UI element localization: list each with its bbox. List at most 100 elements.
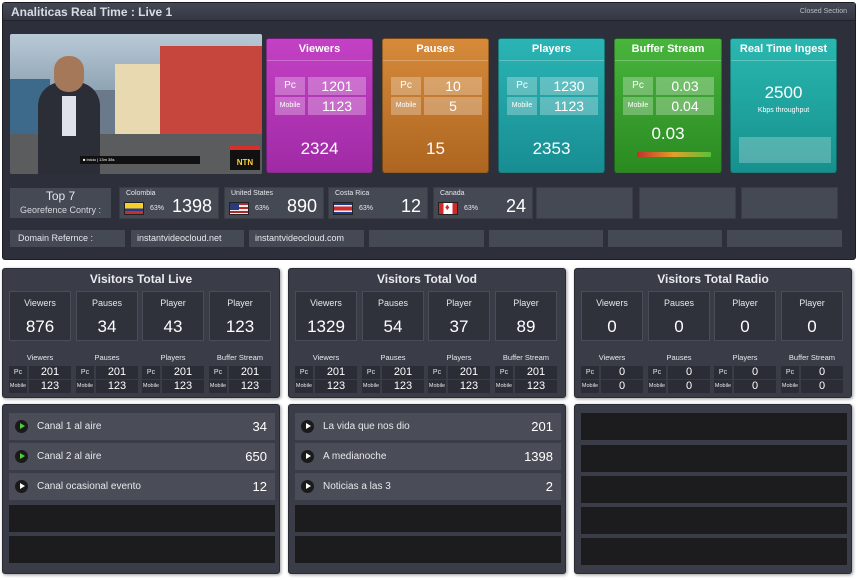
video-presenter-head — [54, 56, 84, 92]
pauses-mobile-row: Mobile 5 — [391, 97, 482, 115]
visitor-stat-box: Player 89 — [495, 291, 557, 341]
visitor-sub-mobile-value: 123 — [96, 380, 138, 393]
visitor-sub-label: Pauses — [666, 353, 692, 362]
visitor-stat-label: Viewers — [24, 298, 56, 308]
mobile-label: Mobile — [507, 97, 537, 115]
visitor-stat-label: Player — [732, 298, 758, 308]
channel-row[interactable]: La vida que nos dio 201 — [295, 413, 561, 440]
pauses-mobile-value: 5 — [424, 97, 482, 115]
mobile-label: Mobile — [275, 97, 305, 115]
title-bar: Analiticas Real Time : Live 1 Closed Sec… — [3, 3, 855, 21]
pauses-pc-value: 10 — [424, 77, 482, 95]
country-united-states[interactable]: United States 63% 890 — [224, 187, 324, 219]
channel-slot-empty — [295, 536, 561, 563]
channel-row[interactable]: A medianoche 1398 — [295, 443, 561, 470]
georeference-label: Top 7 Georefence Contry : — [10, 188, 111, 218]
channel-row[interactable]: Canal 2 al aire 650 — [9, 443, 275, 470]
visitors-panel-title: Visitors Total Vod — [376, 272, 477, 286]
visitor-stat-value: 0 — [674, 317, 684, 336]
pc-label: Pc — [428, 366, 446, 379]
country-percent: 63% — [359, 205, 374, 212]
channel-row[interactable]: Canal 1 al aire 34 — [9, 413, 275, 440]
visitor-sub-label: Pauses — [94, 353, 120, 362]
play-icon[interactable] — [301, 480, 314, 493]
channel-value: 34 — [252, 419, 267, 434]
country-canada[interactable]: Canada 63% 24 — [433, 187, 533, 219]
channel-name: La vida que nos dio — [323, 421, 410, 432]
visitor-stat-label: Player — [227, 298, 253, 308]
country-percent: 63% — [255, 205, 270, 212]
video-lower-third: ■ Inicio | 13m 38s — [80, 156, 200, 164]
visitor-stat-box: Player 0 — [781, 291, 843, 341]
pc-label: Pc — [142, 366, 160, 379]
mobile-label: Mobile — [714, 380, 732, 393]
visitor-stat-box: Pauses 0 — [648, 291, 710, 341]
visitor-sub-pc-value: 201 — [29, 366, 71, 379]
pc-label: Pc — [781, 366, 799, 379]
viewers-mobile-value: 1123 — [308, 97, 366, 115]
play-icon[interactable] — [301, 450, 314, 463]
visitor-sub-mobile-value: 0 — [668, 380, 710, 393]
domain-reference-label: Domain Refernce : — [10, 230, 125, 247]
visitor-stat-value: 0 — [807, 317, 817, 336]
visitor-sub-mobile-row: Mobile 123 — [76, 380, 138, 393]
visitor-sub-pc-value: 0 — [601, 366, 643, 379]
visitor-sub-label: Buffer Stream — [216, 353, 264, 362]
visitor-sub-mobile-value: 123 — [29, 380, 71, 393]
visitor-sub-mobile-row: Mobile 123 — [495, 380, 557, 393]
united-states-flag-icon — [229, 202, 249, 215]
live-video-preview[interactable]: ■ Inicio | 13m 38s NTN — [10, 34, 262, 174]
mobile-label: Mobile — [391, 97, 421, 115]
country-costa-rica[interactable]: Costa Rica 63% 12 — [328, 187, 428, 219]
visitor-sub-label: Players — [732, 353, 758, 362]
visitor-stat-value: 0 — [607, 317, 617, 336]
country-colombia[interactable]: Colombia 63% 1398 — [119, 187, 219, 219]
play-icon[interactable] — [15, 450, 28, 463]
play-icon[interactable] — [15, 420, 28, 433]
domain-item[interactable]: instantvideocloud.net — [131, 230, 244, 247]
visitor-sub-pc-value: 0 — [801, 366, 843, 379]
channel-row[interactable]: Canal ocasional evento 12 — [9, 473, 275, 500]
visitor-sub-pc-value: 0 — [734, 366, 776, 379]
viewers-pc-value: 1201 — [308, 77, 366, 95]
country-percent: 63% — [150, 205, 165, 212]
channel-slot-empty — [581, 538, 847, 565]
colombia-flag-icon — [124, 202, 144, 215]
channel-name: Canal 2 al aire — [37, 451, 102, 462]
pauses-total: 15 — [426, 139, 445, 158]
viewers-card: Viewers Pc 1201 Mobile 1123 2324 — [266, 38, 373, 173]
players-pc-value: 1230 — [540, 77, 598, 95]
country-slot-empty — [639, 187, 736, 219]
visitor-sub-pc-value: 201 — [315, 366, 357, 379]
buffer-pc-row: Pc 0.03 — [623, 77, 714, 95]
pc-label: Pc — [648, 366, 666, 379]
visitor-sub-label: Viewers — [26, 353, 54, 362]
pc-label: Pc — [9, 366, 27, 379]
visitor-sub-mobile-row: Mobile 123 — [142, 380, 204, 393]
visitor-sub-pc-row: Pc 201 — [295, 366, 357, 379]
channel-slot-empty — [581, 476, 847, 503]
players-card: Players Pc 1230 Mobile 1123 2353 — [498, 38, 605, 173]
mobile-label: Mobile — [428, 380, 446, 393]
live-channels-panel: Canal 1 al aire 34 Canal 2 al aire 650 C… — [2, 404, 280, 574]
visitor-stat-value: 34 — [97, 317, 117, 336]
visitor-stat-label: Player — [513, 298, 539, 308]
visitor-stat-box: Viewers 0 — [581, 291, 643, 341]
pc-label: Pc — [76, 366, 94, 379]
country-value: 890 — [286, 196, 317, 216]
visitor-sub-pc-row: Pc 0 — [781, 366, 843, 379]
domain-item[interactable]: instantvideocloud.com — [249, 230, 364, 247]
closed-section-button[interactable]: Closed Section — [800, 8, 847, 15]
players-mobile-row: Mobile 1123 — [507, 97, 598, 115]
channel-slot-empty — [581, 507, 847, 534]
play-icon[interactable] — [301, 420, 314, 433]
channel-row[interactable]: Noticias a las 3 2 — [295, 473, 561, 500]
pauses-card: Pauses Pc 10 Mobile 5 15 — [382, 38, 489, 173]
domain-slot-empty — [608, 230, 722, 247]
buffer-health-bar — [637, 152, 711, 157]
pc-label: Pc — [714, 366, 732, 379]
play-icon[interactable] — [15, 480, 28, 493]
channel-slot-empty — [9, 505, 275, 532]
visitor-stat-value: 1329 — [307, 317, 345, 336]
ingest-unit: Kbps throughput — [757, 107, 810, 114]
